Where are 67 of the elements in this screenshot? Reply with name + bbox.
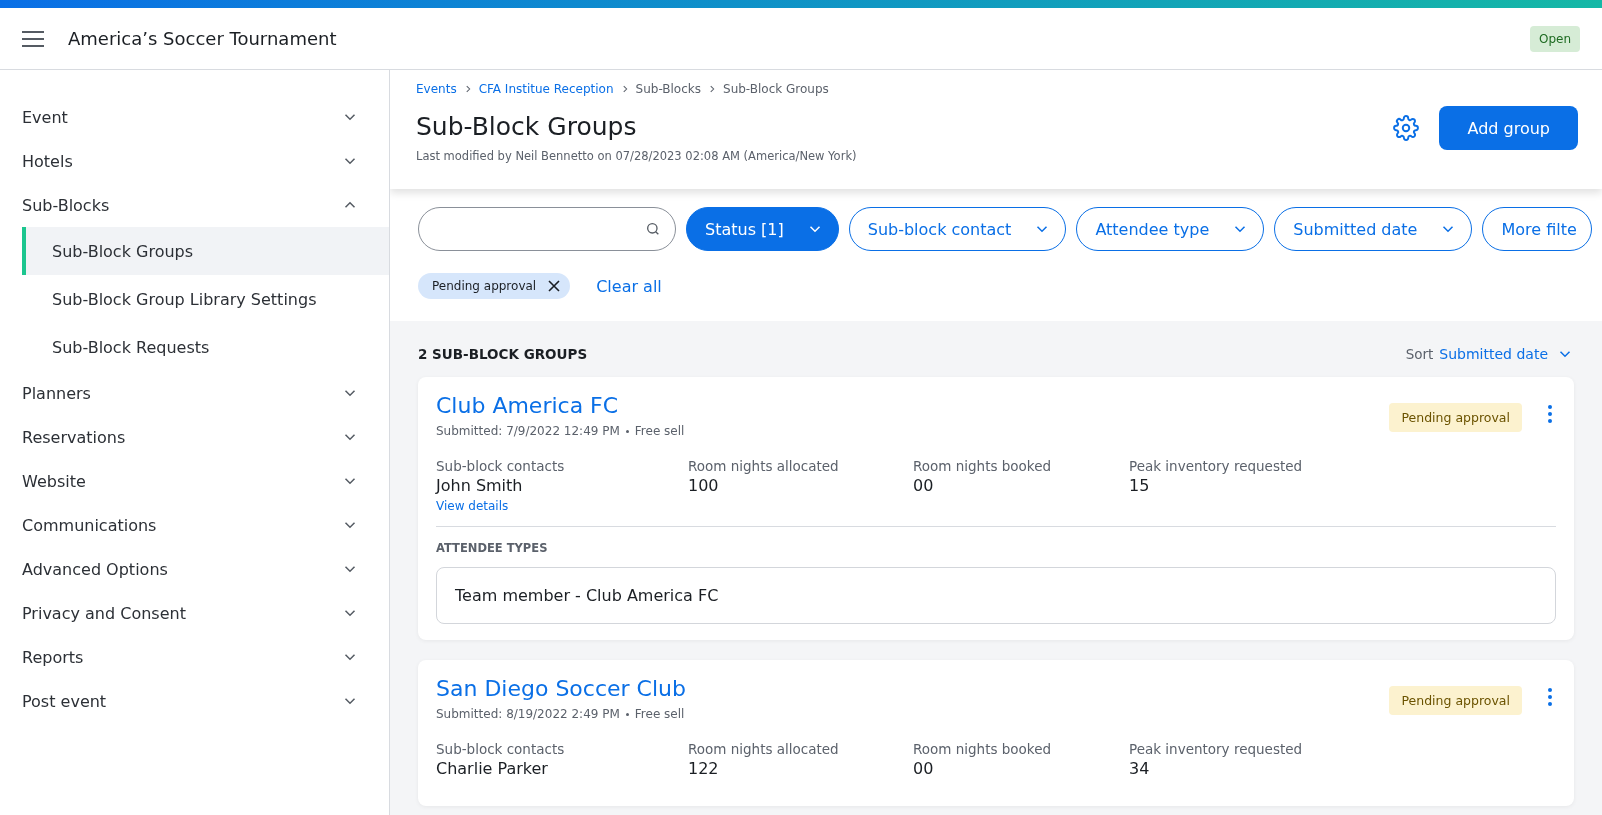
sidebar-subitem[interactable]: Sub-Block Groups <box>22 227 389 275</box>
breadcrumb-link[interactable]: Events <box>416 82 457 96</box>
sidebar-item[interactable]: Reservations <box>0 415 389 459</box>
stat-value: 15 <box>1129 476 1151 495</box>
breadcrumb-text: Sub-Block Groups <box>723 82 829 96</box>
search-icon <box>645 221 661 237</box>
settings-icon[interactable] <box>1393 115 1420 141</box>
stat-label: Room nights allocated <box>688 458 840 474</box>
filter-dropdown[interactable]: Status [1] <box>686 207 839 251</box>
stat-value: 00 <box>913 476 935 495</box>
stat-label: Sub-block contacts <box>436 741 566 757</box>
sidebar-item[interactable]: Communications <box>0 503 389 547</box>
filter-dropdown[interactable]: More filte <box>1482 207 1592 251</box>
stat-label: Sub-block contacts <box>436 458 566 474</box>
sell-type-text: Free sell <box>634 424 685 438</box>
sidebar-item[interactable]: Privacy and Consent <box>0 591 389 635</box>
separator-dot <box>625 429 629 433</box>
group-name-link[interactable]: San Diego Soccer Club <box>436 676 686 701</box>
sidebar-item[interactable]: Sub-Blocks <box>0 183 389 227</box>
breadcrumb-text: Sub-Blocks <box>635 82 701 96</box>
stat-label: Peak inventory requested <box>1129 458 1304 474</box>
sidebar-item[interactable]: Website <box>0 459 389 503</box>
add-group-button[interactable]: Add group <box>1439 106 1578 150</box>
app-title: America’s Soccer Tournament <box>68 28 338 49</box>
stat-label: Room nights allocated <box>688 741 840 757</box>
section-heading: ATTENDEE TYPES <box>436 541 549 555</box>
submitted-text: Submitted: 8/19/2022 2:49 PM <box>436 707 620 721</box>
breadcrumb-link[interactable]: CFA Institue Reception <box>478 82 614 96</box>
sort-dropdown[interactable]: Submitted date <box>1439 345 1574 363</box>
filter-dropdown[interactable]: Submitted date <box>1274 207 1473 251</box>
clear-all-link[interactable]: Clear all <box>596 276 662 296</box>
stat-value: 100 <box>688 476 720 495</box>
page-title: Sub-Block Groups <box>416 112 638 141</box>
stat-value: Charlie Parker <box>436 759 549 778</box>
stat-label: Peak inventory requested <box>1129 741 1304 757</box>
sidebar-item[interactable]: Reports <box>0 635 389 679</box>
group-count: 2 SUB-BLOCK GROUPS <box>418 346 588 362</box>
view-details-link[interactable]: View details <box>436 499 509 513</box>
menu-icon[interactable] <box>22 30 44 47</box>
stat-value: 34 <box>1129 759 1151 778</box>
filter-dropdown[interactable]: Attendee type <box>1076 207 1265 251</box>
sidebar-item[interactable]: Event <box>0 95 389 139</box>
sort-label: Sort <box>1405 346 1434 362</box>
stat-value: 122 <box>688 759 720 778</box>
chip-label: Pending approval <box>432 279 537 293</box>
sidebar-item[interactable]: Advanced Options <box>0 547 389 591</box>
status-tag: Pending approval <box>1389 403 1522 432</box>
attendee-type-item: Team member - Club America FC <box>436 567 1556 624</box>
stat-label: Room nights booked <box>913 741 1053 757</box>
sidebar-subitem[interactable]: Sub-Block Requests <box>22 323 389 371</box>
stat-value: 00 <box>913 759 935 778</box>
last-modified-text: Last modified by Neil Bennetto on 07/28/2023 02:08 AM (America/New York) <box>416 149 858 163</box>
group-name-link[interactable]: Club America FC <box>436 393 619 418</box>
sidebar-subitem[interactable]: Sub-Block Group Library Settings <box>22 275 389 323</box>
status-tag: Open <box>1529 25 1580 52</box>
sidebar-item[interactable]: Post event <box>0 679 389 723</box>
status-tag: Pending approval <box>1389 686 1522 715</box>
stat-value: John Smith <box>436 476 524 495</box>
sell-type-text: Free sell <box>634 707 685 721</box>
sidebar-item[interactable]: Hotels <box>0 139 389 183</box>
chevron-icon <box>707 84 717 94</box>
filter-dropdown[interactable]: Sub-block contact <box>848 207 1067 251</box>
sidebar-item[interactable]: Planners <box>0 371 389 415</box>
close-icon[interactable] <box>548 280 561 292</box>
stat-label: Room nights booked <box>913 458 1053 474</box>
separator-dot <box>625 712 629 716</box>
submitted-text: Submitted: 7/9/2022 12:49 PM <box>436 424 620 438</box>
